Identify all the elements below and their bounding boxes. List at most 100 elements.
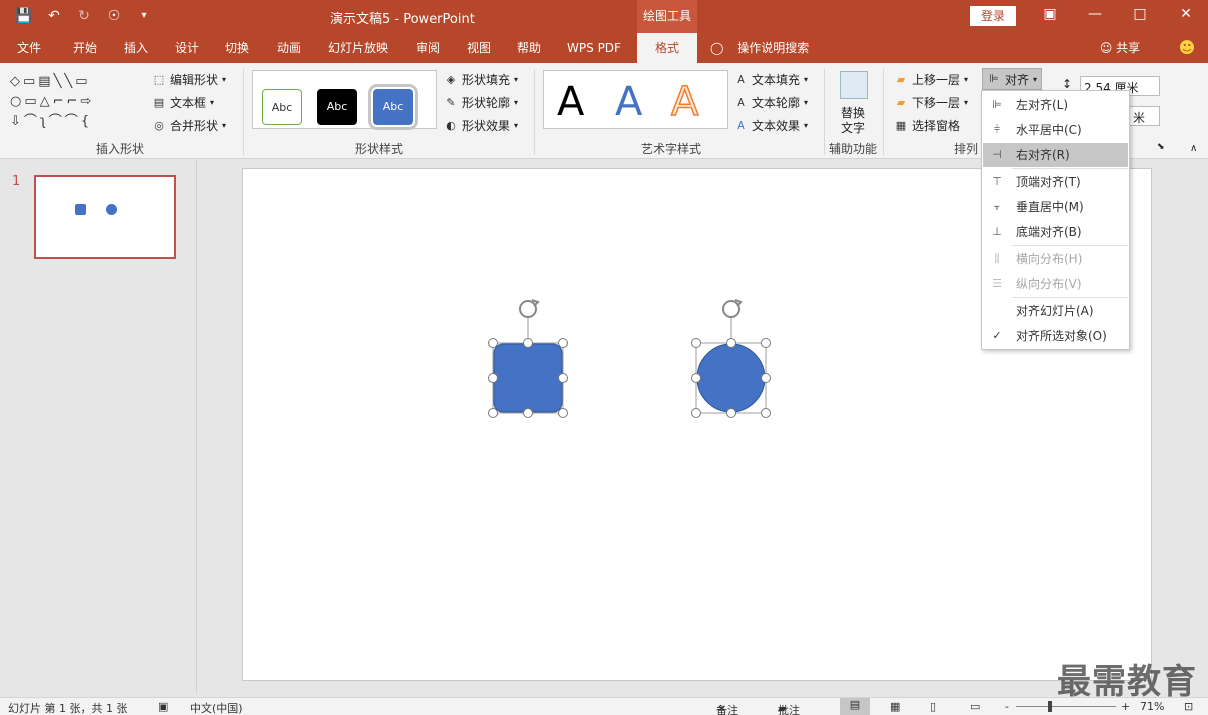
slide-number: 1: [12, 174, 21, 189]
distribute-vertical-icon: ☰: [992, 277, 1002, 290]
align-icon: ⊫: [989, 72, 999, 85]
zoom-out-button[interactable]: -: [1005, 700, 1009, 713]
check-icon: ✓: [992, 329, 1002, 342]
group-label-accessibility: 辅助功能: [829, 142, 878, 156]
bring-forward-icon: ▰: [896, 72, 906, 86]
rotate-handle-icon[interactable]: [722, 299, 743, 318]
smiley-icon[interactable]: ☻: [1175, 33, 1199, 63]
reading-view-icon[interactable]: ▯: [930, 700, 936, 713]
wordart-option-blue[interactable]: A: [615, 79, 642, 125]
menu-item-align-right[interactable]: ⊣ 右对齐(R): [983, 143, 1128, 167]
wordart-option-orange[interactable]: A: [670, 78, 699, 126]
zoom-level[interactable]: 71%: [1140, 700, 1164, 713]
tab-wps-pdf[interactable]: WPS PDF: [560, 33, 628, 63]
ribbon-tabs: 文件 开始 插入 设计 切换 动画 幻灯片放映 审阅 视图 帮助 WPS PDF…: [0, 33, 1208, 63]
tab-review[interactable]: 审阅: [405, 33, 451, 63]
shapes-gallery[interactable]: ◇▭▤╲╲▭ ○▭△⌐⌐⇨ ⇩⌒ʅ⌒⌒{: [10, 72, 130, 132]
save-icon[interactable]: 💾: [14, 6, 34, 26]
shape-styles-gallery[interactable]: Abc Abc Abc: [252, 70, 437, 130]
accessibility-check-icon[interactable]: ▣: [158, 700, 168, 713]
tab-help[interactable]: 帮助: [506, 33, 552, 63]
wordart-option-black[interactable]: A: [557, 79, 584, 125]
text-outline-button[interactable]: A 文本轮廓 ▾: [734, 94, 808, 111]
tab-file[interactable]: 文件: [5, 33, 53, 63]
group-label-arrange: 排列: [954, 142, 979, 156]
text-effects-button[interactable]: A 文本效果 ▾: [734, 117, 808, 134]
shape-effects-button[interactable]: ◐ 形状效果 ▾: [444, 117, 518, 134]
menu-item-align-selected-objects[interactable]: ✓ 对齐所选对象(O): [983, 324, 1128, 348]
login-button[interactable]: 登录: [970, 6, 1016, 26]
tab-format[interactable]: 格式: [637, 33, 697, 63]
redo-icon[interactable]: ↻: [74, 6, 94, 26]
tab-transitions[interactable]: 切换: [214, 33, 260, 63]
slide-sorter-icon[interactable]: ▦: [890, 700, 900, 713]
menu-separator: [1012, 297, 1128, 298]
collapse-ribbon-icon[interactable]: ∧: [1190, 143, 1197, 154]
tell-me-search[interactable]: ◯ 操作说明搜索: [710, 33, 820, 63]
tab-insert[interactable]: 插入: [113, 33, 159, 63]
rotate-handle-icon[interactable]: [519, 299, 540, 318]
shape-style-option-2[interactable]: Abc: [317, 89, 357, 125]
customize-icon[interactable]: ▾: [134, 6, 154, 26]
selection-pane-icon: ▦: [895, 118, 907, 132]
tab-design[interactable]: 设计: [164, 33, 210, 63]
zoom-slider-track[interactable]: [1016, 706, 1116, 707]
shape-style-option-1[interactable]: Abc: [262, 89, 302, 125]
menu-item-align-bottom[interactable]: ⊥ 底端对齐(B): [983, 220, 1128, 244]
tab-animations[interactable]: 动画: [266, 33, 312, 63]
tab-view[interactable]: 视图: [456, 33, 502, 63]
slideshow-view-icon[interactable]: ▭: [970, 700, 980, 713]
wordart-gallery[interactable]: A A A: [543, 70, 728, 129]
edit-shape-button[interactable]: ⬚ 编辑形状 ▾: [152, 71, 226, 88]
maximize-icon[interactable]: □: [1130, 6, 1150, 22]
align-bottom-icon: ⊥: [992, 225, 1002, 238]
text-fill-button[interactable]: A 文本填充 ▾: [734, 71, 808, 88]
text-fill-icon: A: [737, 72, 745, 86]
group-label-shape-styles: 形状样式: [355, 142, 404, 156]
menu-item-align-left[interactable]: ⊫ 左对齐(L): [983, 93, 1128, 117]
slide-thumbnail-panel: 1: [0, 160, 197, 693]
menu-item-align-center[interactable]: ⫩ 水平居中(C): [983, 118, 1128, 142]
language-indicator[interactable]: 中文(中国): [190, 700, 243, 715]
selection-pane-button[interactable]: ▦ 选择窗格: [894, 117, 960, 134]
group-separator: [243, 69, 244, 155]
person-icon: ☺: [1099, 41, 1113, 55]
alt-text-icon[interactable]: [840, 71, 868, 99]
fit-to-window-icon[interactable]: ⊡: [1184, 700, 1193, 713]
tab-home[interactable]: 开始: [62, 33, 108, 63]
touch-mode-icon[interactable]: ☉: [104, 6, 124, 26]
document-title: 演示文稿5 - PowerPoint: [330, 12, 475, 27]
align-dropdown-menu: ⊫ 左对齐(L) ⫩ 水平居中(C) ⊣ 右对齐(R) ⊤ 顶端对齐(T) ⫟ 垂直居中(…: [981, 90, 1130, 350]
alt-text-label-2[interactable]: 文字: [841, 119, 865, 136]
merge-shapes-button[interactable]: ◎ 合并形状 ▾: [152, 117, 226, 134]
normal-view-icon[interactable]: ▤: [840, 698, 870, 715]
circle-shape[interactable]: [696, 343, 766, 413]
shape-style-option-3[interactable]: Abc: [368, 84, 418, 130]
text-box-button[interactable]: ▤ 文本框 ▾: [152, 94, 214, 111]
shape-outline-button[interactable]: ✎ 形状轮廓 ▾: [444, 94, 518, 111]
menu-item-distribute-horizontally: ⫼ 横向分布(H): [983, 247, 1128, 271]
close-icon[interactable]: ✕: [1176, 6, 1196, 22]
menu-item-align-middle[interactable]: ⫟ 垂直居中(M): [983, 195, 1128, 219]
minimize-icon[interactable]: —: [1085, 6, 1105, 22]
menu-item-align-to-slide[interactable]: 对齐幻灯片(A): [983, 299, 1128, 323]
rounded-square-shape[interactable]: [493, 343, 563, 413]
ribbon-display-icon[interactable]: ▣: [1040, 6, 1060, 22]
slide-thumbnail[interactable]: [34, 175, 176, 259]
watermark: 最需教育: [1057, 662, 1197, 702]
zoom-slider-thumb[interactable]: [1048, 701, 1052, 712]
distribute-horizontal-icon: ⫼: [994, 252, 1000, 265]
send-backward-button[interactable]: ▰ 下移一层 ▾: [894, 94, 968, 111]
status-bar: 幻灯片 第 1 张，共 1 张 ▣ 中文(中国) ≐ 备注 ▰ 批注 ▤ ▦ ▯…: [0, 697, 1208, 715]
bring-forward-button[interactable]: ▰ 上移一层 ▾: [894, 71, 968, 88]
share-button[interactable]: ☺ 共享: [1095, 33, 1145, 63]
undo-icon[interactable]: ↶: [44, 6, 64, 26]
zoom-in-button[interactable]: +: [1121, 700, 1130, 713]
size-dialog-launcher-icon[interactable]: ⬊: [1157, 142, 1165, 152]
send-backward-icon: ▰: [896, 95, 906, 109]
tab-slideshow[interactable]: 幻灯片放映: [322, 33, 394, 63]
group-label-wordart: 艺术字样式: [641, 142, 702, 156]
menu-item-align-top[interactable]: ⊤ 顶端对齐(T): [983, 170, 1128, 194]
align-button[interactable]: ⊫ 对齐 ▾: [982, 68, 1043, 90]
shape-fill-button[interactable]: ◈ 形状填充 ▾: [444, 71, 518, 88]
